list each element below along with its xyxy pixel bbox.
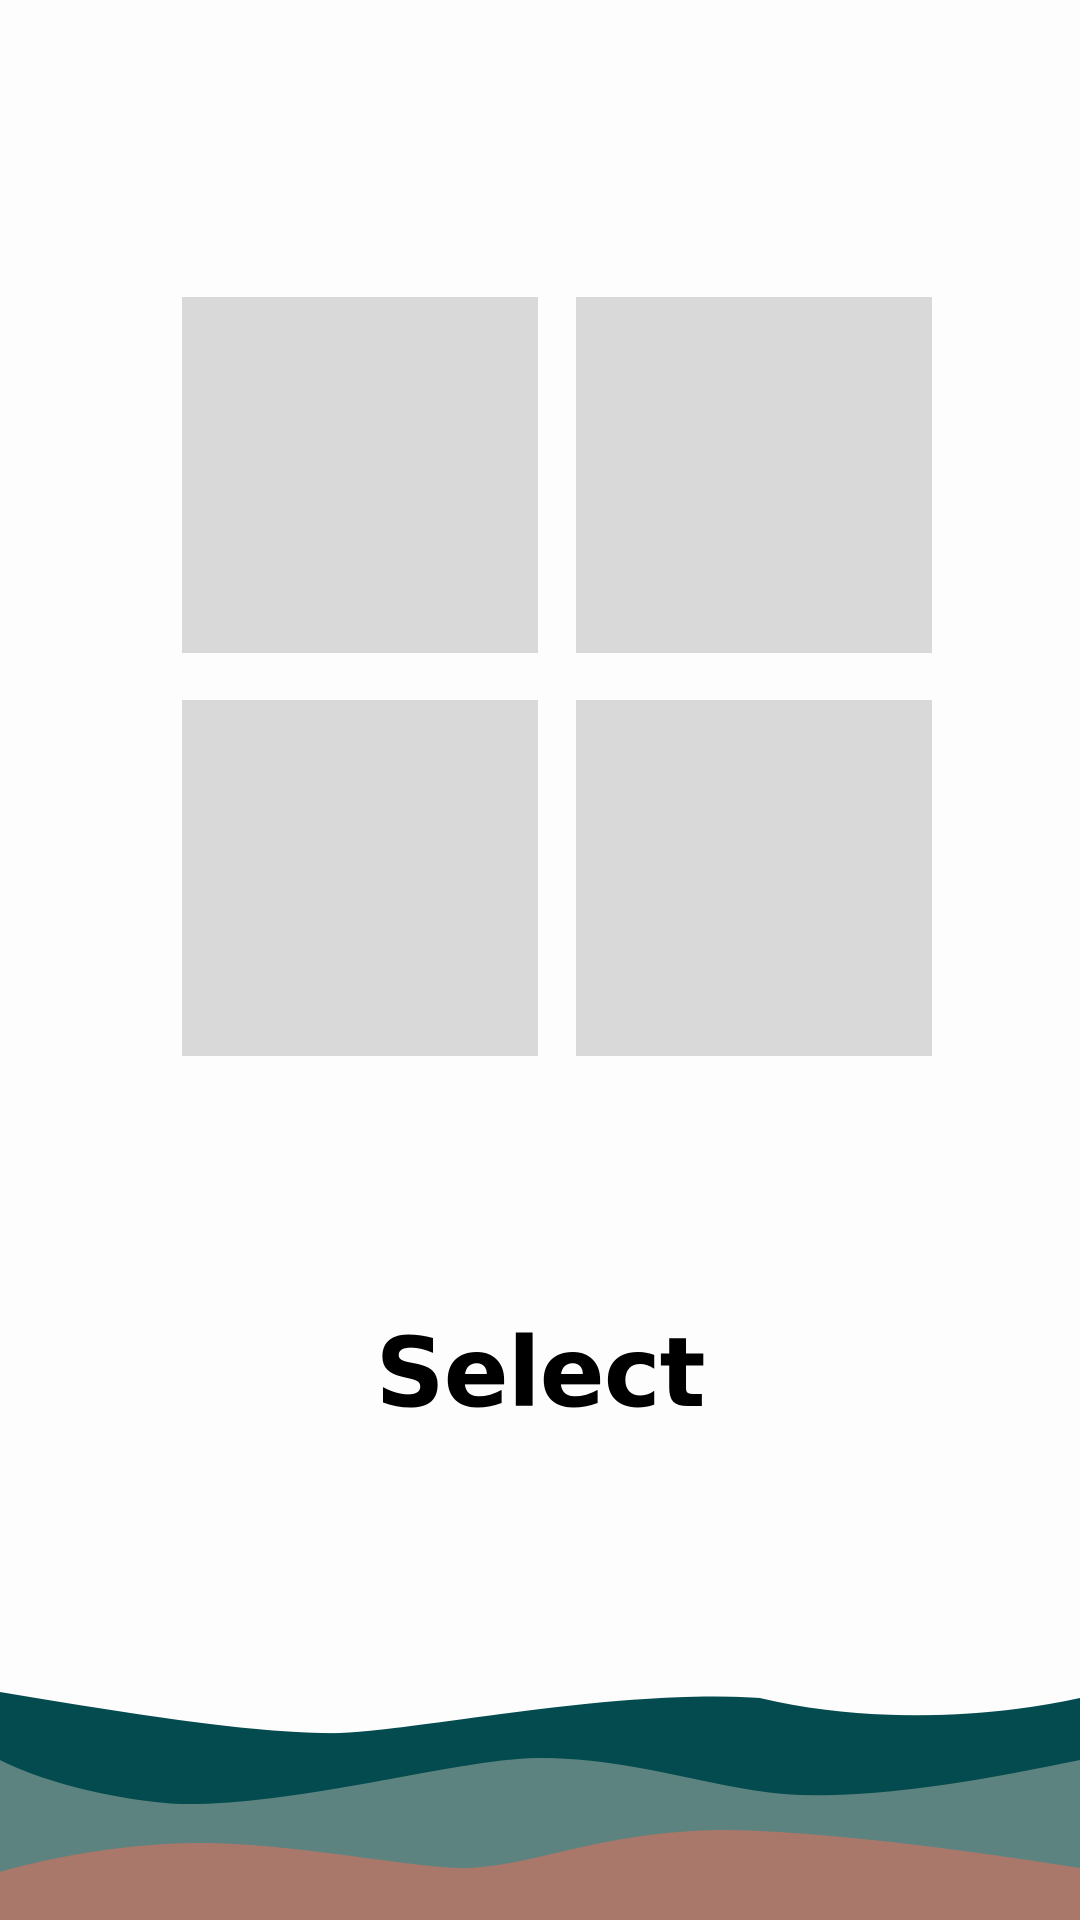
grid-tile-top-left[interactable]: [182, 297, 538, 653]
select-title: Select: [375, 1317, 705, 1429]
decorative-waves: [0, 1692, 1080, 1920]
tile-grid: [182, 297, 932, 1057]
select-screen: Select: [0, 0, 1080, 1920]
grid-tile-bottom-left[interactable]: [182, 700, 538, 1056]
grid-tile-top-right[interactable]: [576, 297, 932, 653]
grid-tile-bottom-right[interactable]: [576, 700, 932, 1056]
